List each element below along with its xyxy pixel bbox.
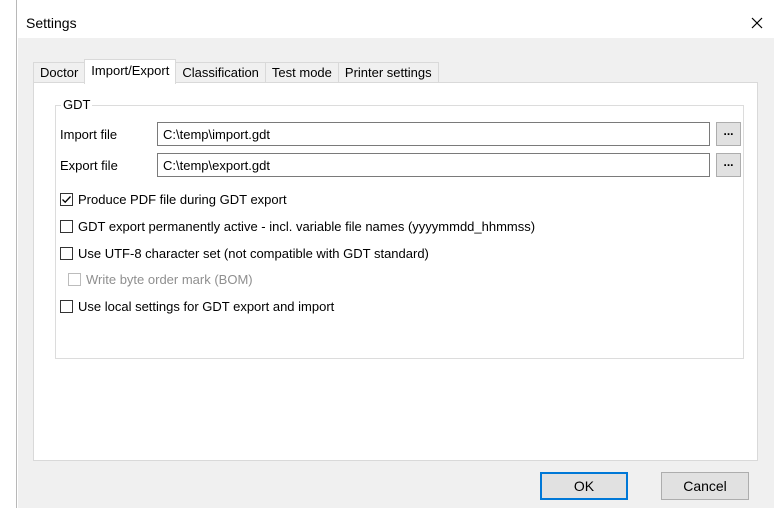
bom-checkbox [68, 273, 81, 286]
export-permanent-checkbox[interactable] [60, 220, 73, 233]
background-window-edge [0, 0, 17, 508]
export-file-browse-button[interactable]: ... [716, 153, 741, 177]
tab-test-mode[interactable]: Test mode [264, 62, 339, 83]
local-settings-checkbox[interactable] [60, 300, 73, 313]
gdt-groupbox: GDT Import file ... Export file ... [55, 97, 744, 359]
import-file-label: Import file [60, 127, 118, 142]
local-settings-checkbox-row[interactable]: Use local settings for GDT export and im… [60, 299, 334, 314]
screen: Settings Doctor Import/Export Classifica… [0, 0, 774, 508]
export-permanent-label: GDT export permanently active - incl. va… [78, 219, 536, 234]
import-export-panel: GDT Import file ... Export file ... [33, 82, 758, 461]
settings-dialog: Settings Doctor Import/Export Classifica… [18, 8, 774, 508]
gdt-group-title: GDT [61, 97, 93, 112]
window-title: Settings [26, 15, 77, 31]
import-file-input[interactable] [157, 122, 710, 146]
close-button[interactable] [742, 10, 772, 36]
utf8-checkbox[interactable] [60, 247, 73, 260]
utf8-checkbox-row[interactable]: Use UTF-8 character set (not compatible … [60, 246, 429, 261]
dialog-client-area: Doctor Import/Export Classification Test… [18, 38, 774, 508]
produce-pdf-checkbox[interactable] [60, 193, 73, 206]
produce-pdf-label: Produce PDF file during GDT export [78, 192, 287, 207]
tab-import-export[interactable]: Import/Export [84, 59, 177, 84]
checkmark-icon [62, 196, 71, 204]
export-file-label: Export file [60, 158, 118, 173]
utf8-label: Use UTF-8 character set (not compatible … [78, 246, 429, 261]
cancel-button[interactable]: Cancel [661, 472, 749, 500]
import-file-browse-button[interactable]: ... [716, 122, 741, 146]
tab-printer-settings[interactable]: Printer settings [337, 62, 439, 83]
tab-strip: Doctor Import/Export Classification Test… [33, 59, 439, 84]
ok-button[interactable]: OK [540, 472, 628, 500]
bom-checkbox-row: Write byte order mark (BOM) [68, 272, 253, 287]
export-permanent-checkbox-row[interactable]: GDT export permanently active - incl. va… [60, 219, 535, 234]
title-bar[interactable]: Settings [18, 8, 774, 38]
bom-label: Write byte order mark (BOM) [86, 272, 253, 287]
tab-doctor[interactable]: Doctor [33, 62, 86, 83]
produce-pdf-checkbox-row[interactable]: Produce PDF file during GDT export [60, 192, 287, 207]
export-file-input[interactable] [157, 153, 710, 177]
close-icon [751, 17, 763, 29]
tab-classification[interactable]: Classification [175, 62, 266, 83]
local-settings-label: Use local settings for GDT export and im… [78, 299, 335, 314]
